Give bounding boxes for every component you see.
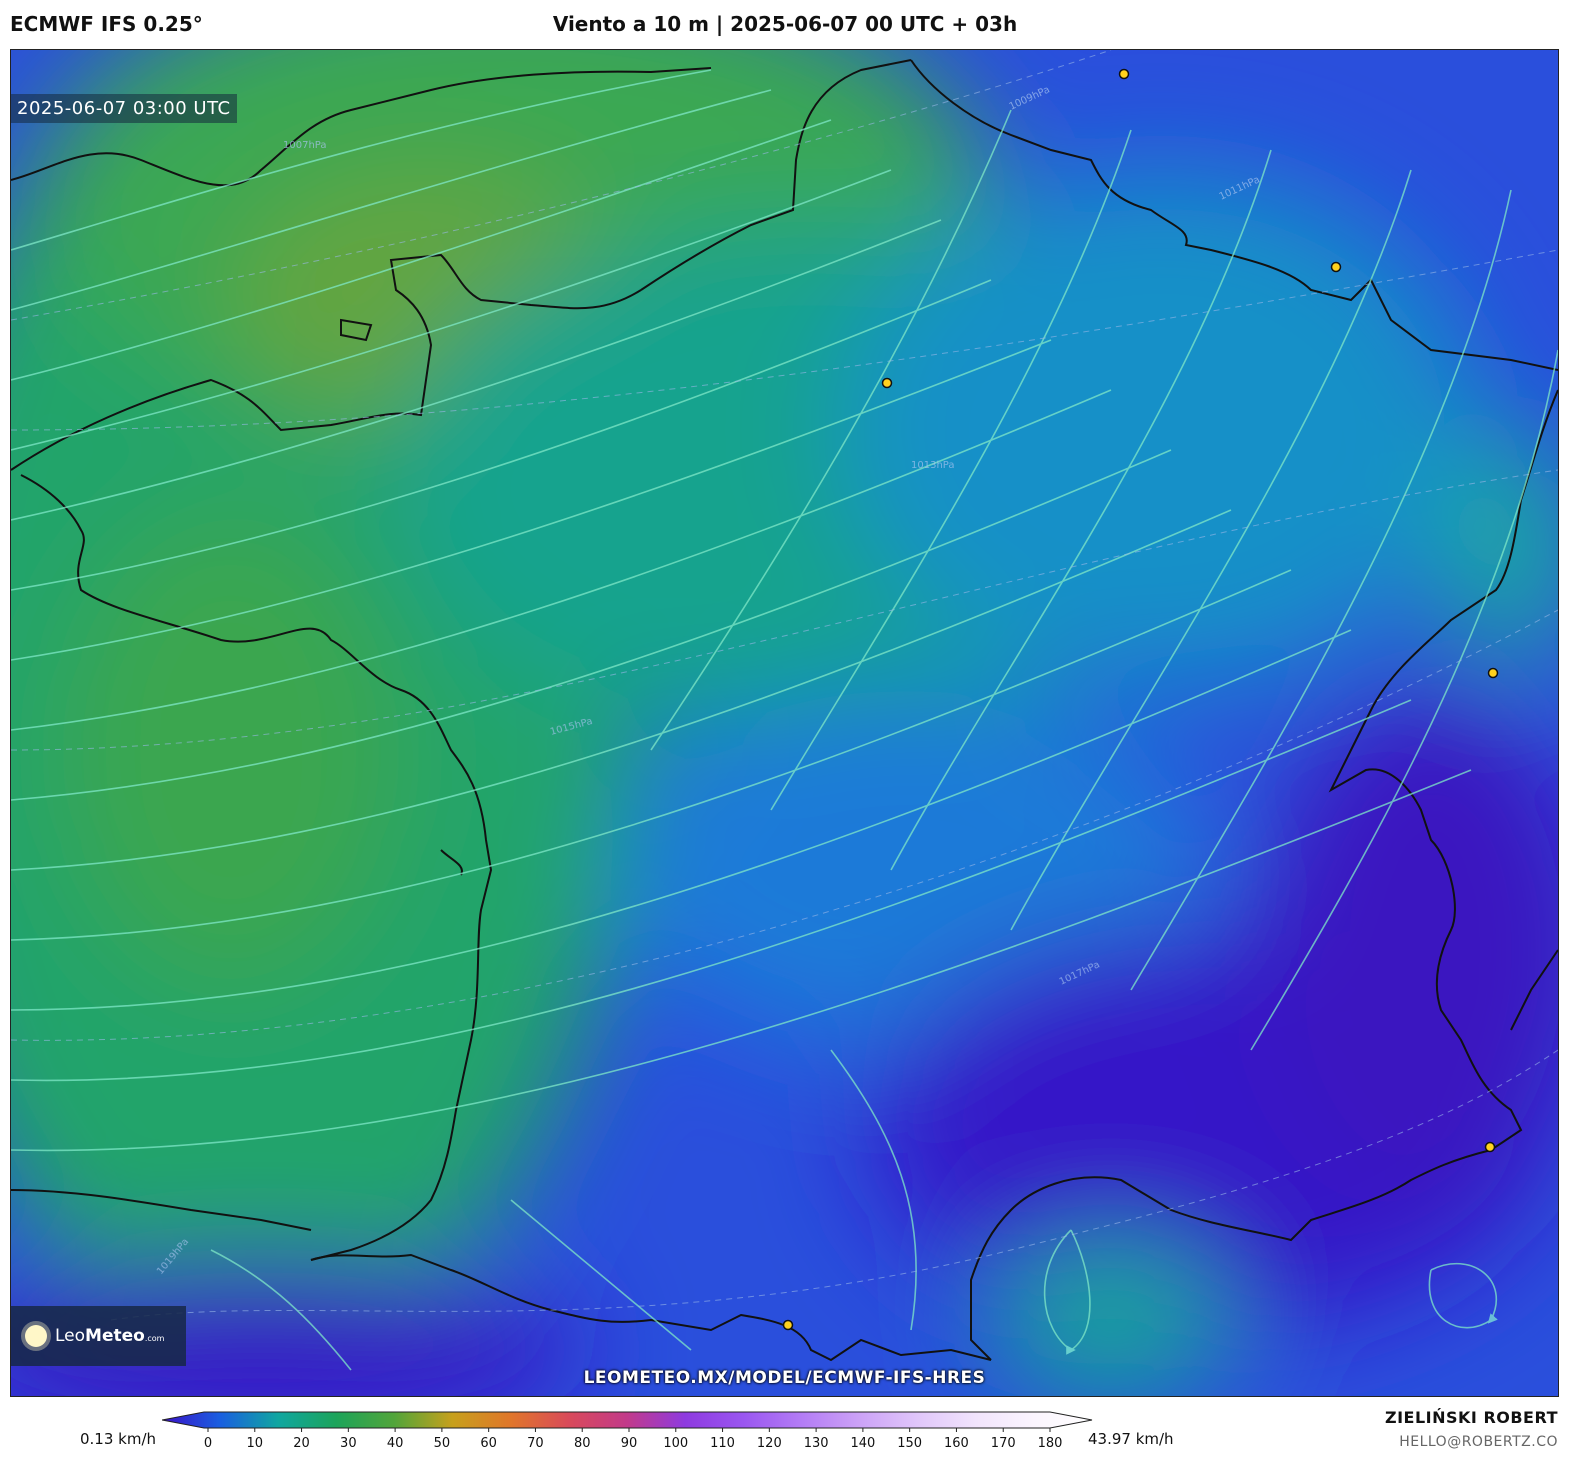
leometeo-logo[interactable]: LeoMeteo.com [11, 1306, 186, 1366]
colorbar-tick-label: 80 [574, 1436, 591, 1451]
colorbar: 0 10 20 30 40 50 60 70 80 90 100 110 120 130 140 150 160… [162, 1411, 1093, 1451]
colorbar-tick-label: 60 [480, 1436, 497, 1451]
colorbar-tick-label: 30 [340, 1436, 357, 1451]
colorbar-min-label: 0.13 km/h [80, 1430, 157, 1448]
valid-time-label: 2025-06-07 03:00 UTC [11, 94, 237, 123]
colorbar-tick-label: 130 [804, 1436, 829, 1451]
author-email[interactable]: HELLO@ROBERTZ.CO [1399, 1434, 1558, 1450]
isobar-label: 1013hPa [911, 460, 955, 471]
colorbar-tick-label: 90 [621, 1436, 638, 1451]
city-marker [1118, 68, 1130, 80]
source-url[interactable]: LEOMETEO.MX/MODEL/ECMWF-IFS-HRES [11, 1368, 1558, 1388]
city-marker [1487, 667, 1499, 679]
city-marker [1330, 261, 1342, 273]
city-marker [782, 1319, 794, 1331]
colorbar-gradient [162, 1411, 1093, 1429]
wind-speed-field [11, 50, 1558, 1396]
colorbar-tick-label: 10 [247, 1436, 264, 1451]
map-canvas: 1007hPa 1009hPa 1011hPa 1013hPa 1015hPa … [11, 50, 1558, 1396]
city-marker [881, 377, 893, 389]
colorbar-max-label: 43.97 km/h [1088, 1430, 1174, 1448]
logo-text: LeoMeteo.com [55, 1326, 164, 1346]
colorbar-ticks: 0 10 20 30 40 50 60 70 80 90 100 110 120 130 140 150 160… [204, 1428, 1063, 1451]
colorbar-tick-label: 140 [850, 1436, 875, 1451]
colorbar-tick-label: 20 [293, 1436, 310, 1451]
sun-icon [25, 1325, 47, 1347]
colorbar-tick-label: 100 [663, 1436, 688, 1451]
colorbar-tick-label: 180 [1038, 1436, 1063, 1451]
isobar-label: 1007hPa [283, 140, 327, 151]
author-credit: ZIELIŃSKI ROBERT [1384, 1408, 1558, 1427]
logo-name: LeoMeteo [55, 1326, 145, 1346]
colorbar-tick-label: 160 [944, 1436, 969, 1451]
colorbar-tick-label: 50 [434, 1436, 451, 1451]
colorbar-tick-label: 170 [991, 1436, 1016, 1451]
colorbar-tick-label: 70 [527, 1436, 544, 1451]
map-title: Viento a 10 m | 2025-06-07 00 UTC + 03h [552, 12, 1018, 36]
city-marker [1484, 1141, 1496, 1153]
colorbar-tick-label: 150 [897, 1436, 922, 1451]
logo-suffix: .com [144, 1334, 165, 1343]
colorbar-tick-label: 0 [204, 1436, 212, 1451]
wind-map[interactable]: 1007hPa 1009hPa 1011hPa 1013hPa 1015hPa … [10, 49, 1559, 1397]
colorbar-tick-label: 120 [757, 1436, 782, 1451]
colorbar-tick-label: 110 [710, 1436, 735, 1451]
colorbar-tick-label: 40 [387, 1436, 404, 1451]
